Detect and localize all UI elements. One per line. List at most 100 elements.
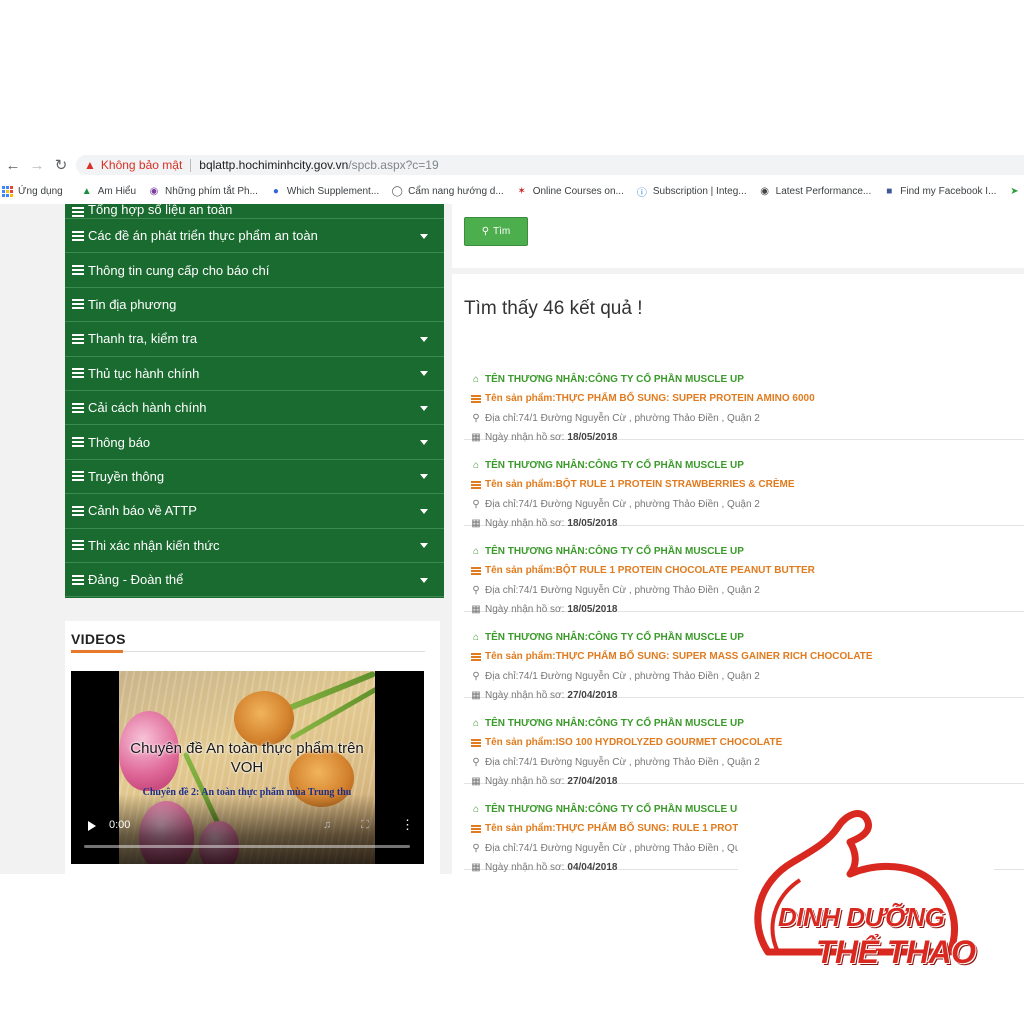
result-item[interactable]: ⌂ TÊN THƯƠNG NHÂN: CÔNG TY CỔ PHẦN MUSCLE… <box>464 354 1024 443</box>
list-icon <box>72 368 84 379</box>
bookmark-icon: ⓘ <box>636 187 647 199</box>
result-product[interactable]: Tên sản phẩm: THỰC PHẨM BỔ SUNG: SUPER P… <box>471 393 815 404</box>
bookmark-cam-nang[interactable]: ◯ Cẩm nang hướng d... <box>391 185 504 197</box>
menu-item-label: Truyền thông <box>88 468 165 484</box>
product-name: BỘT RULE 1 PROTEIN STRAWBERRIES & CRÈME <box>555 479 795 490</box>
caret-down-icon <box>420 577 428 583</box>
result-merchant[interactable]: ⌂ TÊN THƯƠNG NHÂN: CÔNG TY CỔ PHẦN MUSCLE… <box>471 632 744 643</box>
result-item[interactable]: ⌂ TÊN THƯƠNG NHÂN: CÔNG TY CỔ PHẦN MUSCLE… <box>464 440 1024 529</box>
bookmark-overflow[interactable]: ➤ <box>1008 185 1024 197</box>
search-button-label: Tìm <box>493 226 511 237</box>
bookmark-find-facebook[interactable]: ■ Find my Facebook I... <box>883 185 996 197</box>
result-item[interactable]: ⌂ TÊN THƯƠNG NHÂN: CÔNG TY CỔ PHẦN MUSCLE… <box>464 612 1024 701</box>
bookmark-label: Cẩm nang hướng d... <box>408 185 504 197</box>
address-bar[interactable]: ▲ Không bảo mật bqlattp.hochiminhcity.go… <box>76 155 1024 175</box>
volume-icon[interactable]: ♫ <box>323 819 331 831</box>
bookmark-which-supplement[interactable]: ● Which Supplement... <box>270 185 379 197</box>
menu-item-bao-chi[interactable]: Thông tin cung cấp cho báo chí <box>65 253 444 288</box>
back-arrow-icon[interactable]: ← <box>2 154 24 176</box>
url-path[interactable]: /spcb.aspx?c=19 <box>348 158 438 172</box>
list-icon <box>72 471 84 482</box>
result-product[interactable]: Tên sản phẩm: BỘT RULE 1 PROTEIN CHOCOLA… <box>471 565 815 576</box>
result-product[interactable]: Tên sản phẩm: BỘT RULE 1 PROTEIN STRAWBE… <box>471 479 794 490</box>
merchant-name: CÔNG TY CỔ PHẦN MUSCLE UP <box>587 804 744 815</box>
bookmark-am-hieu[interactable]: ▲ Am Hiểu <box>81 185 136 197</box>
brand-logo: DINH DƯỠNG THỂ THAO <box>738 802 994 995</box>
results-count-heading: Tìm thấy 46 kết quả ! <box>464 298 643 319</box>
bookmark-label: Latest Performance... <box>775 185 872 197</box>
search-panel: ⚲ Tìm <box>452 204 1024 268</box>
result-merchant[interactable]: ⌂ TÊN THƯƠNG NHÂN: CÔNG TY CỔ PHẦN MUSCLE… <box>471 804 744 815</box>
play-icon[interactable] <box>88 821 96 831</box>
bookmark-label: Subscription | Integ... <box>652 185 747 197</box>
menu-item-truyen-thong[interactable]: Truyền thông <box>65 460 444 495</box>
bookmark-label: Ứng dụng <box>18 185 63 197</box>
map-marker-icon: ⚲ <box>472 585 480 596</box>
reload-icon[interactable]: ↻ <box>50 154 72 176</box>
bookmark-label: Find my Facebook I... <box>900 185 997 197</box>
bookmark-phim-tat[interactable]: ◉ Những phím tắt Ph... <box>148 185 258 197</box>
home-icon: ⌂ <box>472 546 480 557</box>
date-value: 04/04/2018 <box>567 862 618 873</box>
heading-divider <box>71 651 425 652</box>
merchant-name: CÔNG TY CỔ PHẦN MUSCLE UP <box>587 718 744 729</box>
calendar-icon: ▦ <box>471 862 481 873</box>
bookmark-latest-performance[interactable]: ◉ Latest Performance... <box>759 185 872 197</box>
result-product[interactable]: Tên sản phẩm: THỰC PHẨM BỔ SUNG: SUPER M… <box>471 651 873 662</box>
menu-item-label: Cải cách hành chính <box>88 400 207 416</box>
list-icon <box>72 265 84 276</box>
menu-item-thanh-tra[interactable]: Thanh tra, kiểm tra <box>65 322 444 357</box>
menu-item-de-an[interactable]: Các đề án phát triển thực phẩm an toàn <box>65 219 444 254</box>
bookmarks-bar: Ứng dụng ▲ Am Hiểu ◉ Những phím tắt Ph..… <box>0 180 1024 202</box>
bookmark-label: Online Courses on... <box>532 185 624 197</box>
bookmark-apps[interactable]: Ứng dụng <box>0 185 63 197</box>
url-host[interactable]: bqlattp.hochiminhcity.gov.vn <box>199 158 348 172</box>
side-menu: Tổng hợp số liệu an toàn Các đề án phát … <box>65 204 444 598</box>
search-icon: ⚲ <box>481 226 490 237</box>
bookmark-label: Which Supplement... <box>286 185 380 197</box>
video-player[interactable]: Chuyên đề An toàn thực phẩm trên VOH Chu… <box>71 671 424 864</box>
bookmark-online-courses[interactable]: ✶ Online Courses on... <box>516 185 624 197</box>
menu-item-cai-cach[interactable]: Cải cách hành chính <box>65 391 444 426</box>
menu-item-label: Thi xác nhận kiến thức <box>88 537 220 553</box>
videos-widget: VIDEOS Chuyên đề An toàn thực phẩm trên … <box>65 621 440 874</box>
bookmark-icon: ◉ <box>149 185 159 197</box>
home-icon: ⌂ <box>472 460 480 471</box>
bookmark-icon: ● <box>272 185 279 197</box>
result-item[interactable]: ⌂ TÊN THƯƠNG NHÂN: CÔNG TY CỔ PHẦN MUSCLE… <box>464 698 1024 787</box>
menu-item-dang-doan[interactable]: Đảng - Đoàn thể <box>65 563 444 598</box>
security-status[interactable]: Không bảo mật <box>101 158 182 172</box>
fullscreen-icon[interactable]: ⛶ <box>361 819 369 832</box>
result-merchant[interactable]: ⌂ TÊN THƯƠNG NHÂN: CÔNG TY CỔ PHẦN MUSCLE… <box>471 460 744 471</box>
result-product[interactable]: Tên sản phẩm: ISO 100 HYDROLYZED GOURMET… <box>471 737 782 748</box>
result-address: ⚲ Địa chỉ: 74/1 Đường Nguyễn Cừ , phường … <box>472 843 746 854</box>
result-merchant[interactable]: ⌂ TÊN THƯƠNG NHÂN: CÔNG TY CỔ PHẦN MUSCLE… <box>471 546 744 557</box>
search-button[interactable]: ⚲ Tìm <box>464 217 528 246</box>
result-item[interactable]: ⌂ TÊN THƯƠNG NHÂN: CÔNG TY CỔ PHẦN MUSCLE… <box>464 526 1024 615</box>
menu-item-canh-bao[interactable]: Cảnh báo về ATTP <box>65 494 444 529</box>
video-time: 0:00 <box>109 819 131 831</box>
menu-item-thong-bao[interactable]: Thông báo <box>65 425 444 460</box>
caret-down-icon <box>420 336 428 342</box>
video-progress-bar[interactable] <box>84 845 410 848</box>
result-product[interactable]: Tên sản phẩm: THỰC PHẨM BỔ SUNG: RULE 1 … <box>471 823 745 834</box>
forward-arrow-icon[interactable]: → <box>26 154 48 176</box>
warning-triangle-icon[interactable]: ▲ <box>84 158 96 172</box>
more-options-icon[interactable]: ⋮ <box>401 817 414 833</box>
menu-item-label: Thanh tra, kiểm tra <box>88 331 198 347</box>
result-merchant[interactable]: ⌂ TÊN THƯƠNG NHÂN: CÔNG TY CỔ PHẦN MUSCLE… <box>471 374 744 385</box>
bookmark-label: Những phím tắt Ph... <box>165 185 258 197</box>
menu-item-label: Thủ tục hành chính <box>88 365 200 381</box>
menu-item-summary[interactable]: Tổng hợp số liệu an toàn <box>65 204 444 219</box>
caret-down-icon <box>420 371 428 377</box>
list-icon <box>72 437 84 448</box>
menu-item-thi-xac-nhan[interactable]: Thi xác nhận kiến thức <box>65 529 444 563</box>
bookmark-icon: ✶ <box>517 185 526 197</box>
result-merchant[interactable]: ⌂ TÊN THƯƠNG NHÂN: CÔNG TY CỔ PHẦN MUSCLE… <box>471 718 744 729</box>
list-icon <box>471 480 481 489</box>
menu-item-thu-tuc[interactable]: Thủ tục hành chính <box>65 357 444 391</box>
bookmark-subscription[interactable]: ⓘ Subscription | Integ... <box>636 185 747 199</box>
menu-item-tin-dia-phuong[interactable]: Tin địa phương <box>65 288 444 323</box>
address-separator <box>190 158 192 172</box>
list-icon <box>72 207 84 217</box>
